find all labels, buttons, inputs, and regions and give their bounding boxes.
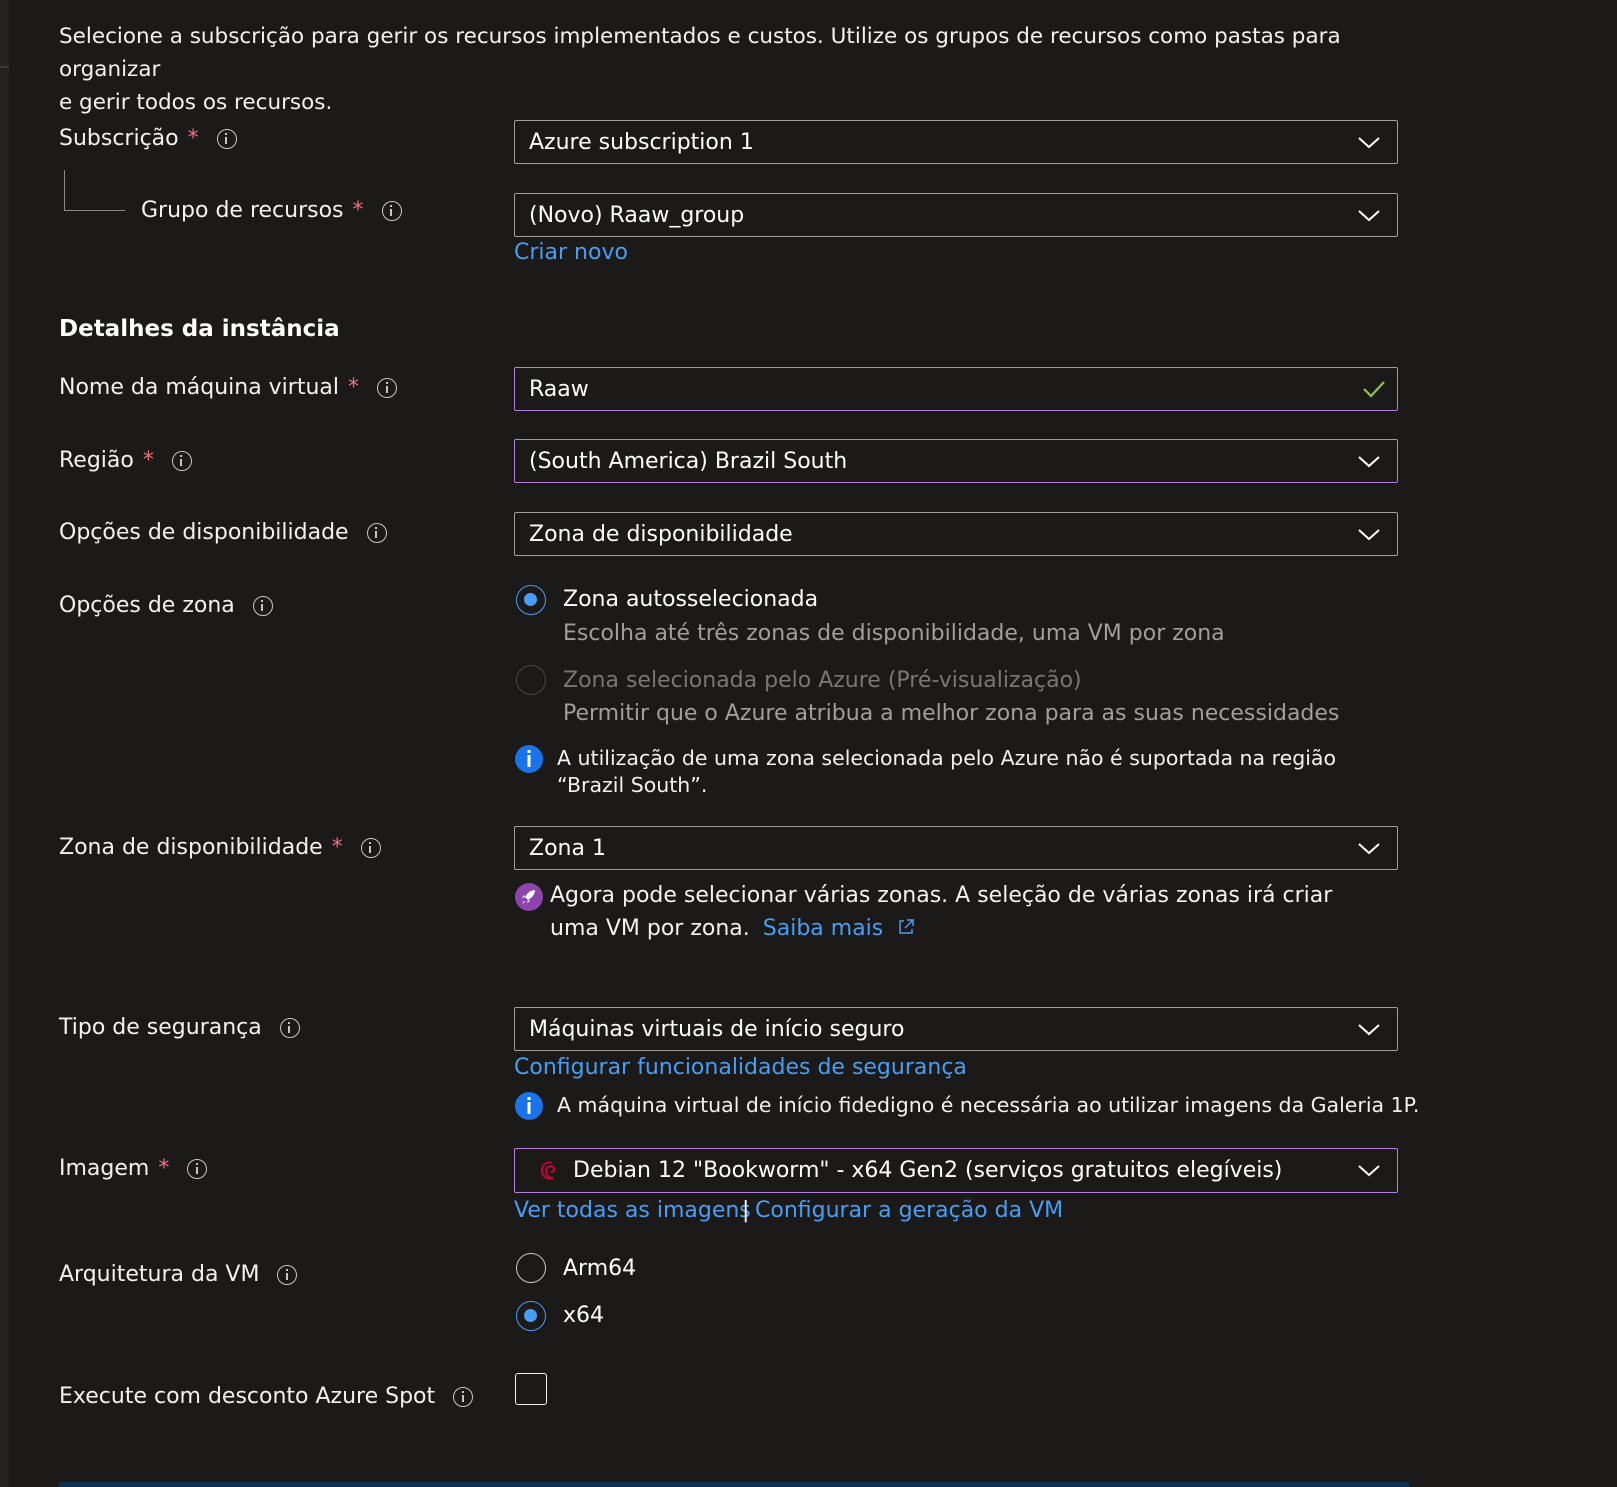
chevron-down-icon <box>1358 456 1380 468</box>
chevron-down-icon <box>1358 1024 1380 1036</box>
multi-zone-notice: Agora pode selecionar várias zonas. A se… <box>550 879 1380 945</box>
radio-azure-selected-zone-desc: Permitir que o Azure atribua a melhor zo… <box>563 701 1340 726</box>
vm-architecture-label: Arquitetura da VM <box>59 1262 298 1287</box>
required-asterisk: * <box>187 126 199 151</box>
image-label: Imagem * <box>59 1156 208 1181</box>
configure-security-features-link[interactable]: Configurar funcionalidades de segurança <box>514 1055 967 1080</box>
required-asterisk: * <box>331 835 343 860</box>
availability-options-label: Opções de disponibilidade <box>59 520 387 545</box>
radio-x64-label: x64 <box>563 1303 605 1328</box>
info-icon[interactable] <box>252 595 273 616</box>
radio-azure-selected-zone[interactable] <box>516 665 546 695</box>
subscription-value: Azure subscription 1 <box>529 129 754 155</box>
zone-info-message: A utilização de uma zona selecionada pel… <box>557 746 1337 797</box>
intro-line-1: Selecione a subscrição para gerir os rec… <box>59 24 1341 82</box>
security-type-dropdown[interactable]: Máquinas virtuais de início seguro <box>514 1007 1398 1051</box>
info-icon[interactable] <box>381 200 402 221</box>
learn-more-link-text: Saiba mais <box>762 916 884 941</box>
vm-architecture-label-text: Arquitetura da VM <box>59 1262 260 1287</box>
region-value: (South America) Brazil South <box>529 448 848 474</box>
resource-group-dropdown[interactable]: (Novo) Raaw_group <box>514 193 1398 237</box>
required-asterisk: * <box>352 198 364 223</box>
vm-name-input[interactable]: Raaw <box>514 367 1398 411</box>
info-icon[interactable] <box>171 450 192 471</box>
vm-name-label-text: Nome da máquina virtual <box>59 375 340 400</box>
external-link-icon <box>899 919 914 934</box>
azure-spot-label: Execute com desconto Azure Spot <box>59 1384 474 1409</box>
create-new-resource-group-link[interactable]: Criar novo <box>514 240 628 265</box>
region-label: Região * <box>59 448 192 473</box>
trusted-launch-info-message: A máquina virtual de início fidedigno é … <box>557 1093 1420 1117</box>
resource-group-value: (Novo) Raaw_group <box>529 202 745 228</box>
chevron-down-icon <box>1358 843 1380 855</box>
chevron-down-icon <box>1358 137 1380 149</box>
availability-zone-dropdown[interactable]: Zona 1 <box>514 826 1398 870</box>
info-icon[interactable] <box>366 522 387 543</box>
checkmark-icon <box>1363 381 1385 398</box>
intro-text: Selecione a subscrição para gerir os rec… <box>59 20 1409 119</box>
bottom-action-bar-edge <box>59 1482 1409 1487</box>
radio-azure-selected-zone-label: Zona selecionada pelo Azure (Pré-visuali… <box>563 668 1082 693</box>
availability-options-value: Zona de disponibilidade <box>529 521 793 547</box>
image-dropdown[interactable]: Debian 12 "Bookworm" - x64 Gen2 (serviço… <box>514 1148 1398 1193</box>
required-asterisk: * <box>142 448 154 473</box>
image-label-text: Imagem <box>59 1156 150 1181</box>
azure-spot-checkbox[interactable] <box>515 1373 547 1405</box>
subscription-label: Subscrição * <box>59 126 237 151</box>
left-panel-edge <box>0 0 9 1487</box>
subscription-label-text: Subscrição <box>59 126 179 151</box>
chevron-down-icon <box>1358 1165 1380 1177</box>
radio-arm64-label: Arm64 <box>563 1256 637 1281</box>
info-icon[interactable] <box>360 837 381 858</box>
hierarchy-connector <box>64 170 125 211</box>
info-filled-icon <box>515 1092 543 1120</box>
section-title-instance-details: Detalhes da instância <box>59 316 340 342</box>
subscription-dropdown[interactable]: Azure subscription 1 <box>514 120 1398 164</box>
region-label-text: Região <box>59 448 134 473</box>
radio-auto-selected-zone-label: Zona autosselecionada <box>563 587 819 612</box>
resource-group-label-text: Grupo de recursos <box>141 198 344 223</box>
see-all-images-link[interactable]: Ver todas as imagens <box>514 1198 751 1223</box>
required-asterisk: * <box>348 375 360 400</box>
radio-x64[interactable] <box>516 1301 546 1331</box>
radio-arm64[interactable] <box>516 1253 546 1283</box>
vm-name-value: Raaw <box>529 376 589 402</box>
azure-spot-label-text: Execute com desconto Azure Spot <box>59 1384 436 1409</box>
info-icon[interactable] <box>216 128 237 149</box>
debian-logo-icon <box>540 1161 556 1180</box>
availability-zone-value: Zona 1 <box>529 835 606 861</box>
required-asterisk: * <box>158 1156 170 1181</box>
multi-zone-notice-text: Agora pode selecionar várias zonas. A se… <box>550 883 1333 941</box>
intro-line-2: e gerir todos os recursos. <box>59 90 333 115</box>
security-type-value: Máquinas virtuais de início seguro <box>529 1016 905 1042</box>
link-separator: | <box>742 1198 750 1223</box>
configure-vm-generation-link[interactable]: Configurar a geração da VM <box>755 1198 1063 1223</box>
info-icon[interactable] <box>277 1264 298 1285</box>
vm-name-label: Nome da máquina virtual * <box>59 375 398 400</box>
availability-zone-label-text: Zona de disponibilidade <box>59 835 323 860</box>
info-icon[interactable] <box>453 1386 474 1407</box>
security-type-label: Tipo de segurança <box>59 1015 300 1040</box>
security-type-label-text: Tipo de segurança <box>59 1015 262 1040</box>
resource-group-label: Grupo de recursos * <box>141 198 402 223</box>
chevron-down-icon <box>1358 210 1380 222</box>
info-icon[interactable] <box>187 1158 208 1179</box>
availability-options-label-text: Opções de disponibilidade <box>59 520 349 545</box>
region-dropdown[interactable]: (South America) Brazil South <box>514 439 1398 483</box>
info-filled-icon <box>515 745 543 773</box>
radio-auto-selected-zone[interactable] <box>516 585 546 615</box>
info-icon[interactable] <box>279 1017 300 1038</box>
learn-more-link[interactable]: Saiba mais <box>763 916 916 941</box>
zone-options-label-text: Opções de zona <box>59 593 235 618</box>
rocket-icon <box>515 883 543 911</box>
radio-auto-selected-zone-desc: Escolha até três zonas de disponibilidad… <box>563 621 1225 646</box>
image-value: Debian 12 "Bookworm" - x64 Gen2 (serviço… <box>573 1158 1283 1183</box>
availability-zone-label: Zona de disponibilidade * <box>59 835 381 860</box>
chevron-down-icon <box>1358 529 1380 541</box>
zone-options-label: Opções de zona <box>59 593 273 618</box>
info-icon[interactable] <box>377 377 398 398</box>
availability-options-dropdown[interactable]: Zona de disponibilidade <box>514 512 1398 556</box>
